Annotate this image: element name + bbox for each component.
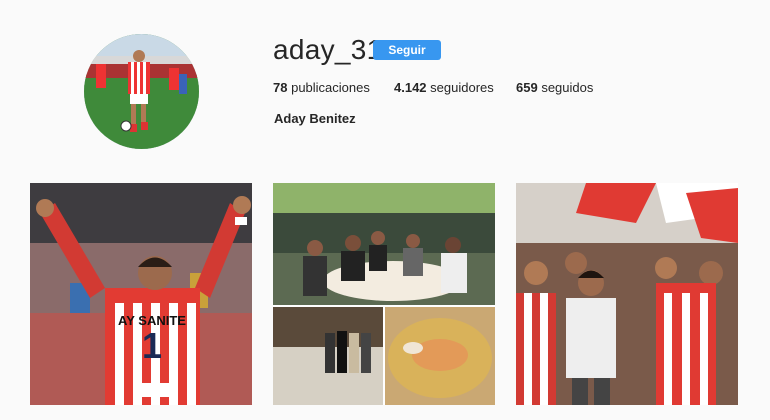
svg-text:1: 1 bbox=[142, 325, 162, 366]
followers-count: 4.142 bbox=[394, 80, 427, 95]
post-tile-3[interactable] bbox=[516, 183, 738, 405]
posts-label: publicaciones bbox=[291, 80, 370, 95]
stat-following[interactable]: 659 seguidos bbox=[516, 80, 593, 95]
followers-label: seguidores bbox=[430, 80, 494, 95]
follow-button[interactable]: Seguir bbox=[373, 40, 441, 60]
profile-full-name: Aday Benitez bbox=[274, 111, 356, 126]
stat-followers[interactable]: 4.142 seguidores bbox=[394, 80, 494, 95]
profile-avatar[interactable] bbox=[84, 34, 199, 149]
post-tile-2[interactable] bbox=[273, 183, 495, 405]
stat-posts[interactable]: 78 publicaciones bbox=[273, 80, 370, 95]
following-count: 659 bbox=[516, 80, 538, 95]
following-label: seguidos bbox=[541, 80, 594, 95]
posts-count: 78 bbox=[273, 80, 288, 95]
profile-username: aday_31 bbox=[273, 34, 383, 65]
post-tile-1[interactable]: AY SANITE 1 bbox=[30, 183, 252, 405]
